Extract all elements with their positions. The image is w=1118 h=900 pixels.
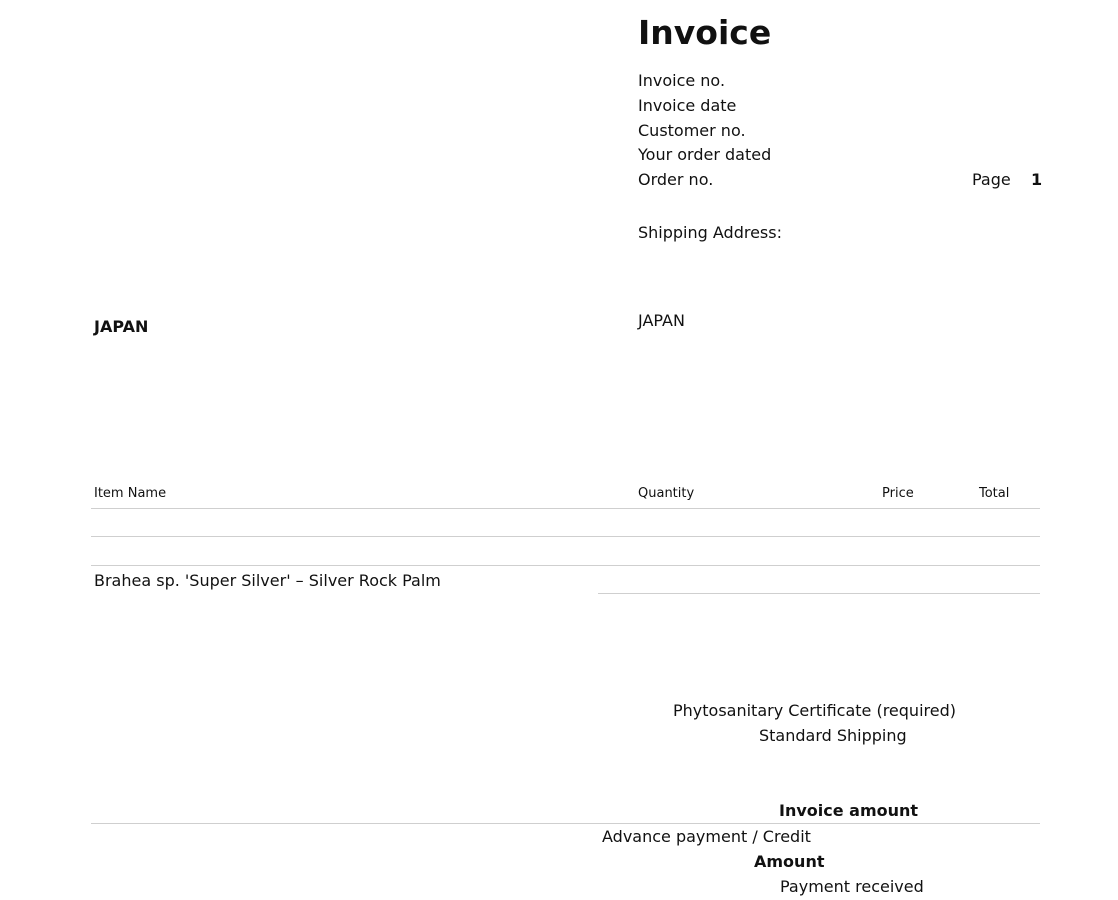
customer-number-label: Customer no. bbox=[638, 121, 746, 140]
page-number: 1 bbox=[1031, 170, 1043, 189]
invoice-title: Invoice bbox=[638, 13, 772, 52]
billing-country: JAPAN bbox=[94, 317, 149, 336]
table-row-divider bbox=[91, 536, 1040, 537]
column-header-price: Price bbox=[882, 486, 914, 501]
order-dated-label: Your order dated bbox=[638, 145, 772, 164]
totals-divider bbox=[91, 823, 1040, 824]
table-row-divider bbox=[91, 565, 1040, 566]
standard-shipping-line: Standard Shipping bbox=[759, 726, 907, 745]
shipping-country: JAPAN bbox=[638, 311, 685, 330]
shipping-address-label: Shipping Address: bbox=[638, 223, 782, 242]
column-header-quantity: Quantity bbox=[638, 486, 695, 501]
invoice-number-label: Invoice no. bbox=[638, 71, 726, 90]
order-number-label: Order no. bbox=[638, 170, 714, 189]
item-row-divider bbox=[598, 593, 1040, 594]
table-header-divider bbox=[91, 508, 1040, 509]
advance-payment-label: Advance payment / Credit bbox=[602, 827, 811, 846]
amount-label: Amount bbox=[754, 852, 825, 871]
page-label: Page bbox=[972, 170, 1011, 189]
phytosanitary-certificate-line: Phytosanitary Certificate (required) bbox=[673, 701, 956, 720]
invoice-amount-label: Invoice amount bbox=[779, 801, 919, 820]
column-header-item-name: Item Name bbox=[94, 486, 167, 501]
column-header-total: Total bbox=[979, 486, 1010, 501]
payment-received-label: Payment received bbox=[780, 877, 924, 896]
invoice-date-label: Invoice date bbox=[638, 96, 737, 115]
table-row-item-name: Brahea sp. 'Super Silver' – Silver Rock … bbox=[94, 571, 441, 590]
